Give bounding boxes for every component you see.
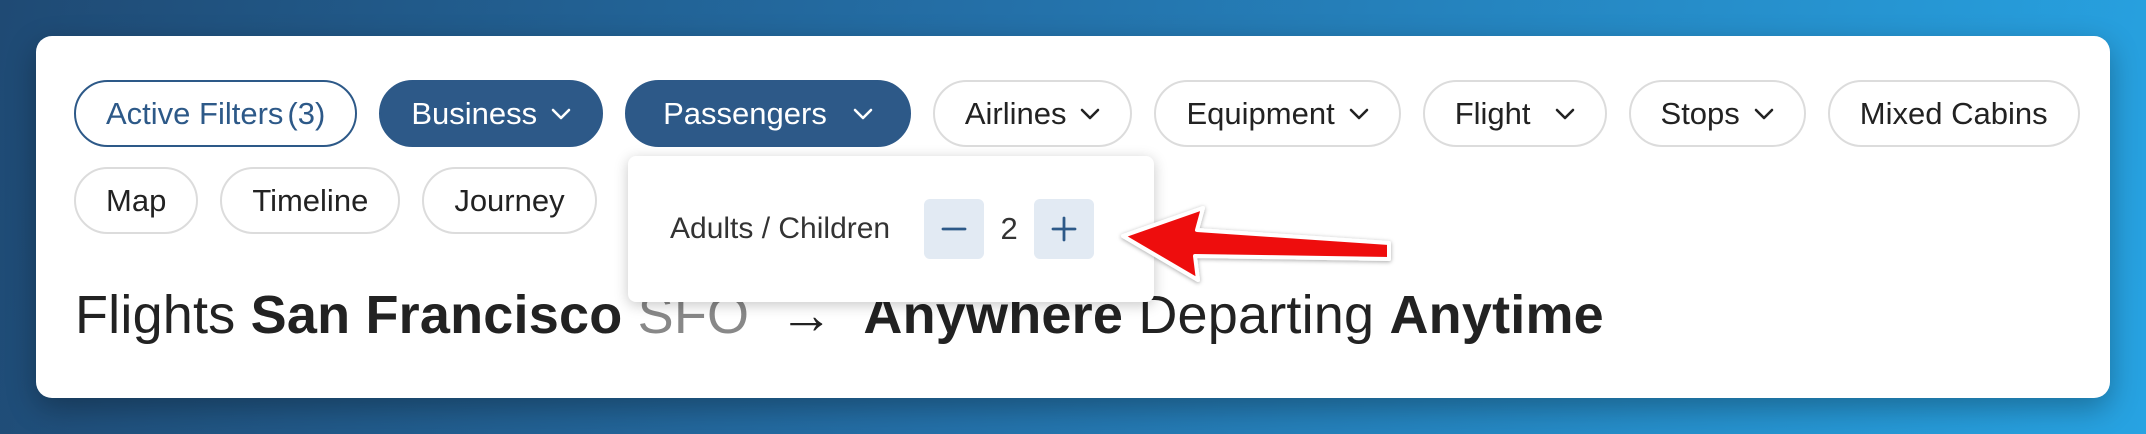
decrement-button[interactable] — [924, 199, 985, 259]
chevron-down-icon — [1349, 108, 1369, 120]
business-filter-label: Business — [411, 95, 538, 131]
equipment-filter-button[interactable]: Equipment — [1154, 80, 1401, 147]
chevron-down-icon — [1754, 108, 1774, 120]
red-arrow-icon — [1121, 206, 1391, 282]
business-filter-button[interactable]: Business — [379, 80, 604, 147]
chevron-down-icon — [853, 108, 873, 120]
flight-filter-label: Flight — [1454, 95, 1531, 131]
flight-filter-button[interactable]: Flight — [1422, 80, 1607, 147]
mixed-cabins-filter-button[interactable]: Mixed Cabins — [1827, 80, 2080, 147]
airlines-filter-label: Airlines — [964, 95, 1067, 131]
search-results-card: Active Filters (3) Business Passengers A… — [36, 36, 2110, 398]
active-filters-count: (3) — [287, 95, 326, 131]
stops-filter-label: Stops — [1660, 95, 1740, 131]
departing-label: Departing — [1138, 285, 1375, 345]
minus-icon — [940, 215, 968, 243]
passenger-count-stepper: 2 — [924, 199, 1095, 259]
view-toggle-bar: Map Timeline Journey — [74, 167, 597, 234]
plus-icon — [1050, 215, 1078, 243]
chevron-down-icon — [1080, 108, 1100, 120]
journey-view-label: Journey — [454, 182, 565, 218]
passengers-dropdown: Adults / Children 2 — [628, 156, 1154, 302]
equipment-filter-label: Equipment — [1186, 95, 1335, 131]
passengers-filter-label: Passengers — [663, 95, 827, 131]
increment-button[interactable] — [1034, 199, 1095, 259]
heading-prefix: Flights — [75, 285, 236, 345]
active-filters-label: Active Filters — [106, 95, 284, 131]
map-view-button[interactable]: Map — [74, 167, 199, 234]
origin-city: San Francisco — [250, 285, 623, 345]
departing-value: Anytime — [1389, 285, 1604, 345]
filter-bar: Active Filters (3) Business Passengers A… — [74, 80, 2080, 147]
stops-filter-button[interactable]: Stops — [1628, 80, 1806, 147]
mixed-cabins-filter-label: Mixed Cabins — [1859, 95, 2048, 131]
map-view-label: Map — [106, 182, 167, 218]
passenger-count: 2 — [1000, 211, 1018, 246]
airlines-filter-button[interactable]: Airlines — [932, 80, 1133, 147]
journey-view-button[interactable]: Journey — [422, 167, 597, 234]
active-filters-button[interactable]: Active Filters (3) — [74, 80, 358, 147]
adults-children-label: Adults / Children — [670, 212, 891, 245]
chevron-down-icon — [1555, 108, 1575, 120]
passengers-filter-button[interactable]: Passengers — [625, 80, 911, 147]
timeline-view-button[interactable]: Timeline — [220, 167, 401, 234]
chevron-down-icon — [551, 108, 571, 120]
timeline-view-label: Timeline — [252, 182, 369, 218]
